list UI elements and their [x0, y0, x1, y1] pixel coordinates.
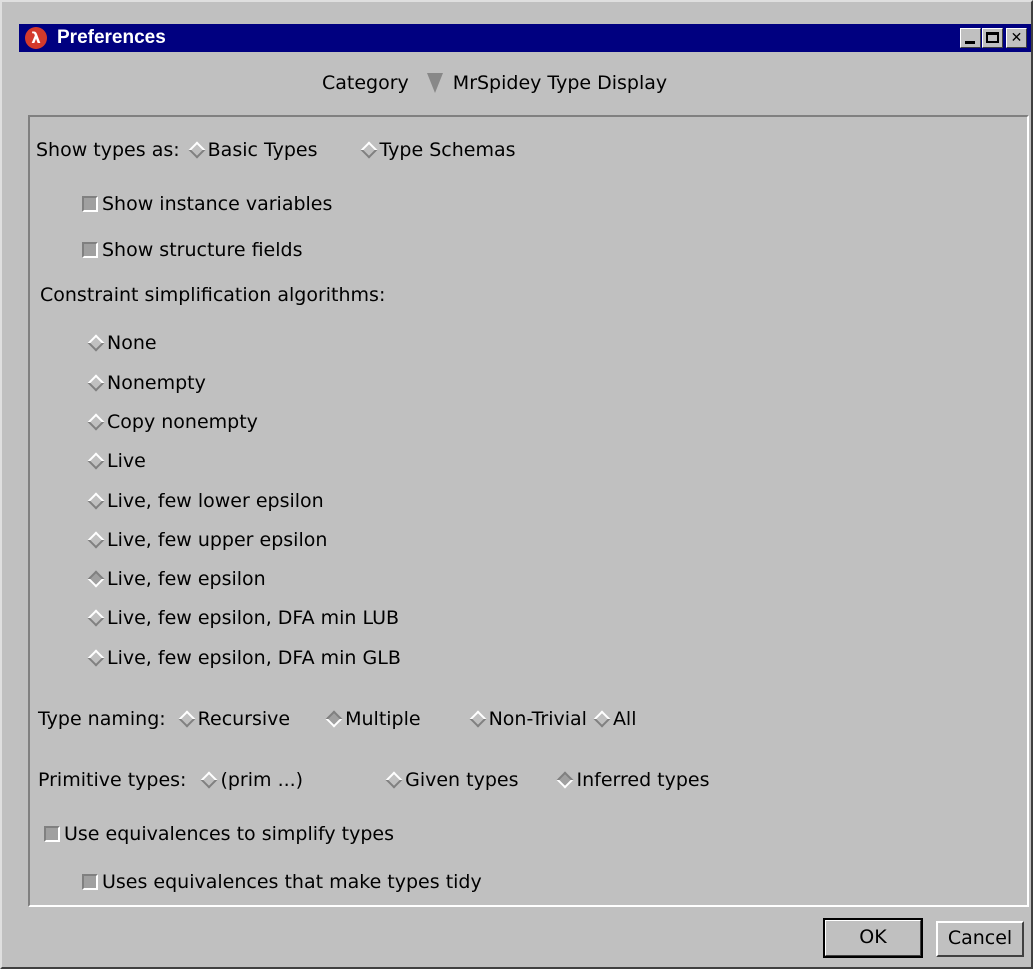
radio-diamond-icon [385, 771, 403, 789]
window-title: Preferences [57, 27, 166, 48]
type-naming-label: Type naming: [38, 708, 166, 730]
radio-label: All [612, 708, 637, 730]
radio-label: Type Schemas [379, 139, 516, 161]
radio-diamond-icon [469, 710, 487, 728]
constraint-label: Constraint simplification algorithms: [40, 282, 385, 308]
radio-label: Live, few upper epsilon [107, 529, 328, 551]
radio-constraint-dfa-min-glb[interactable]: Live, few epsilon, DFA min GLB [85, 645, 401, 671]
radio-label: Given types [405, 769, 519, 791]
preferences-dialog: λ Preferences ✕ Category MrSpidey Type D… [0, 0, 1033, 969]
checkbox-label: Uses equivalences that make types tidy [102, 871, 482, 893]
radio-constraint-live[interactable]: Live [85, 448, 146, 474]
radio-diamond-icon [593, 710, 611, 728]
radio-diamond-icon [188, 141, 206, 159]
primitive-types-label: Primitive types: [38, 769, 187, 791]
category-row: Category MrSpidey Type Display [2, 68, 1033, 98]
radio-label: Copy nonempty [107, 411, 258, 433]
radio-diamond-icon [87, 374, 105, 392]
checkbox-label: Use equivalences to simplify types [64, 823, 394, 845]
radio-constraint-live-few-epsilon[interactable]: Live, few epsilon [85, 566, 266, 592]
radio-diamond-icon [87, 334, 105, 352]
radio-label: Recursive [197, 708, 291, 730]
radio-primitive-given-types[interactable]: Given types [383, 769, 518, 791]
radio-label: Live, few epsilon [107, 568, 266, 590]
radio-diamond-icon [87, 531, 105, 549]
checkbox-icon [44, 826, 60, 842]
show-types-label: Show types as: [36, 139, 180, 161]
radio-diamond-icon [87, 452, 105, 470]
radio-basic-types[interactable]: Basic Types [186, 139, 318, 161]
radio-diamond-icon [200, 771, 218, 789]
radio-diamond-icon [87, 413, 105, 431]
radio-type-naming-recursive[interactable]: Recursive [176, 708, 290, 730]
checkbox-show-instance-variables[interactable]: Show instance variables [82, 191, 332, 217]
radio-constraint-none[interactable]: None [85, 330, 157, 356]
radio-diamond-selected-icon [556, 771, 574, 789]
radio-label: None [107, 332, 157, 354]
radio-type-naming-non-trivial[interactable]: Non-Trivial [467, 708, 587, 730]
category-selected: MrSpidey Type Display [452, 72, 668, 94]
dropdown-triangle-icon [426, 73, 443, 93]
radio-type-naming-all[interactable]: All [591, 708, 637, 730]
radio-type-schemas[interactable]: Type Schemas [358, 139, 516, 161]
radio-label: Multiple [345, 708, 421, 730]
checkbox-use-equivalences[interactable]: Use equivalences to simplify types [44, 821, 394, 847]
type-naming-row: Type naming: Recursive Multiple Non-Triv… [38, 706, 637, 732]
radio-diamond-icon [87, 609, 105, 627]
checkbox-icon [82, 196, 98, 212]
maximize-button[interactable] [982, 28, 1003, 48]
minimize-button[interactable] [960, 28, 981, 48]
radio-label: Non-Trivial [488, 708, 587, 730]
radio-diamond-icon [178, 710, 196, 728]
radio-label: Live [107, 450, 146, 472]
radio-constraint-live-few-upper-epsilon[interactable]: Live, few upper epsilon [85, 527, 327, 553]
radio-diamond-icon [87, 492, 105, 510]
radio-label: Live, few lower epsilon [107, 490, 324, 512]
radio-diamond-icon [87, 649, 105, 667]
checkbox-icon [82, 874, 98, 890]
radio-diamond-icon [360, 141, 378, 159]
checkbox-tidy-equivalences[interactable]: Uses equivalences that make types tidy [82, 869, 482, 895]
radio-label: Live, few epsilon, DFA min GLB [107, 647, 401, 669]
checkbox-show-structure-fields[interactable]: Show structure fields [82, 237, 302, 263]
ok-button[interactable]: OK [823, 918, 923, 958]
close-icon: ✕ [1010, 30, 1023, 46]
primitive-types-row: Primitive types: (prim ...) Given types … [38, 767, 710, 793]
radio-label: Nonempty [107, 372, 206, 394]
radio-diamond-selected-icon [87, 570, 105, 588]
radio-constraint-copy-nonempty[interactable]: Copy nonempty [85, 409, 258, 435]
minimize-icon [965, 41, 975, 44]
radio-label: Inferred types [576, 769, 710, 791]
radio-label: (prim ...) [220, 769, 304, 791]
radio-primitive-inferred-types[interactable]: Inferred types [554, 769, 710, 791]
constraint-label-text: Constraint simplification algorithms: [40, 284, 386, 306]
cancel-button[interactable]: Cancel [936, 921, 1024, 957]
checkbox-label: Show instance variables [102, 193, 333, 215]
checkbox-label: Show structure fields [102, 239, 303, 261]
lambda-icon: λ [25, 27, 47, 49]
radio-constraint-dfa-min-lub[interactable]: Live, few epsilon, DFA min LUB [85, 605, 399, 631]
radio-type-naming-multiple[interactable]: Multiple [323, 708, 421, 730]
category-dropdown[interactable]: MrSpidey Type Display [426, 72, 668, 94]
checkbox-icon [82, 242, 98, 258]
radio-diamond-selected-icon [325, 710, 343, 728]
radio-primitive-prim[interactable]: (prim ...) [198, 769, 303, 791]
maximize-icon [986, 32, 999, 43]
title-bar[interactable]: λ Preferences ✕ [19, 24, 1031, 52]
radio-constraint-live-few-lower-epsilon[interactable]: Live, few lower epsilon [85, 488, 324, 514]
radio-constraint-nonempty[interactable]: Nonempty [85, 370, 206, 396]
radio-label: Basic Types [207, 139, 318, 161]
show-types-row: Show types as: Basic Types Type Schemas [36, 137, 516, 163]
close-button[interactable]: ✕ [1006, 28, 1027, 48]
category-label: Category [322, 72, 409, 94]
radio-label: Live, few epsilon, DFA min LUB [107, 607, 400, 629]
